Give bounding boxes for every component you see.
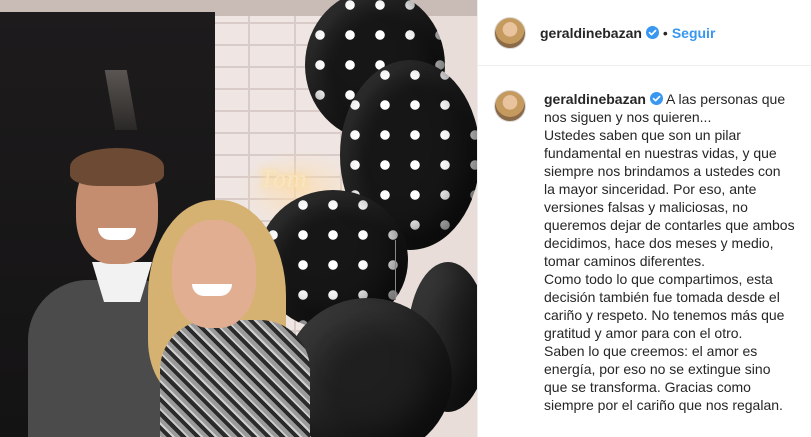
man-smile: [98, 228, 136, 240]
verified-badge-icon: [645, 26, 659, 39]
post-photo[interactable]: Tom: [0, 0, 477, 437]
post-header: geraldinebazan • Seguir: [478, 0, 811, 66]
caption-paragraph: Como todo lo que compartimos, esta decis…: [544, 271, 785, 341]
header-username[interactable]: geraldinebazan: [540, 25, 642, 41]
caption-avatar[interactable]: [494, 90, 526, 122]
balloon-string: [395, 240, 396, 300]
instagram-post: Tom geraldinebazan • Seguir geraldinebaz…: [0, 0, 811, 437]
woman-sequin-jacket: [160, 320, 310, 437]
man-hair: [70, 148, 164, 186]
caption-comment: geraldinebazan A las personas que nos si…: [478, 66, 811, 414]
separator-dot: •: [662, 24, 668, 41]
follow-button[interactable]: Seguir: [672, 25, 716, 41]
post-side-panel: geraldinebazan • Seguir geraldinebazan A…: [477, 0, 811, 437]
woman-smile: [192, 284, 232, 296]
caption-paragraph: Ustedes saben que son un pilar fundament…: [544, 127, 795, 269]
verified-badge-icon: [649, 92, 663, 105]
caption-paragraph: Saben lo que creemos: el amor es energía…: [544, 343, 783, 413]
avatar[interactable]: [494, 16, 526, 49]
caption-text: geraldinebazan A las personas que nos si…: [544, 90, 795, 414]
woman-face: [172, 220, 256, 328]
caption-username[interactable]: geraldinebazan: [544, 91, 646, 107]
